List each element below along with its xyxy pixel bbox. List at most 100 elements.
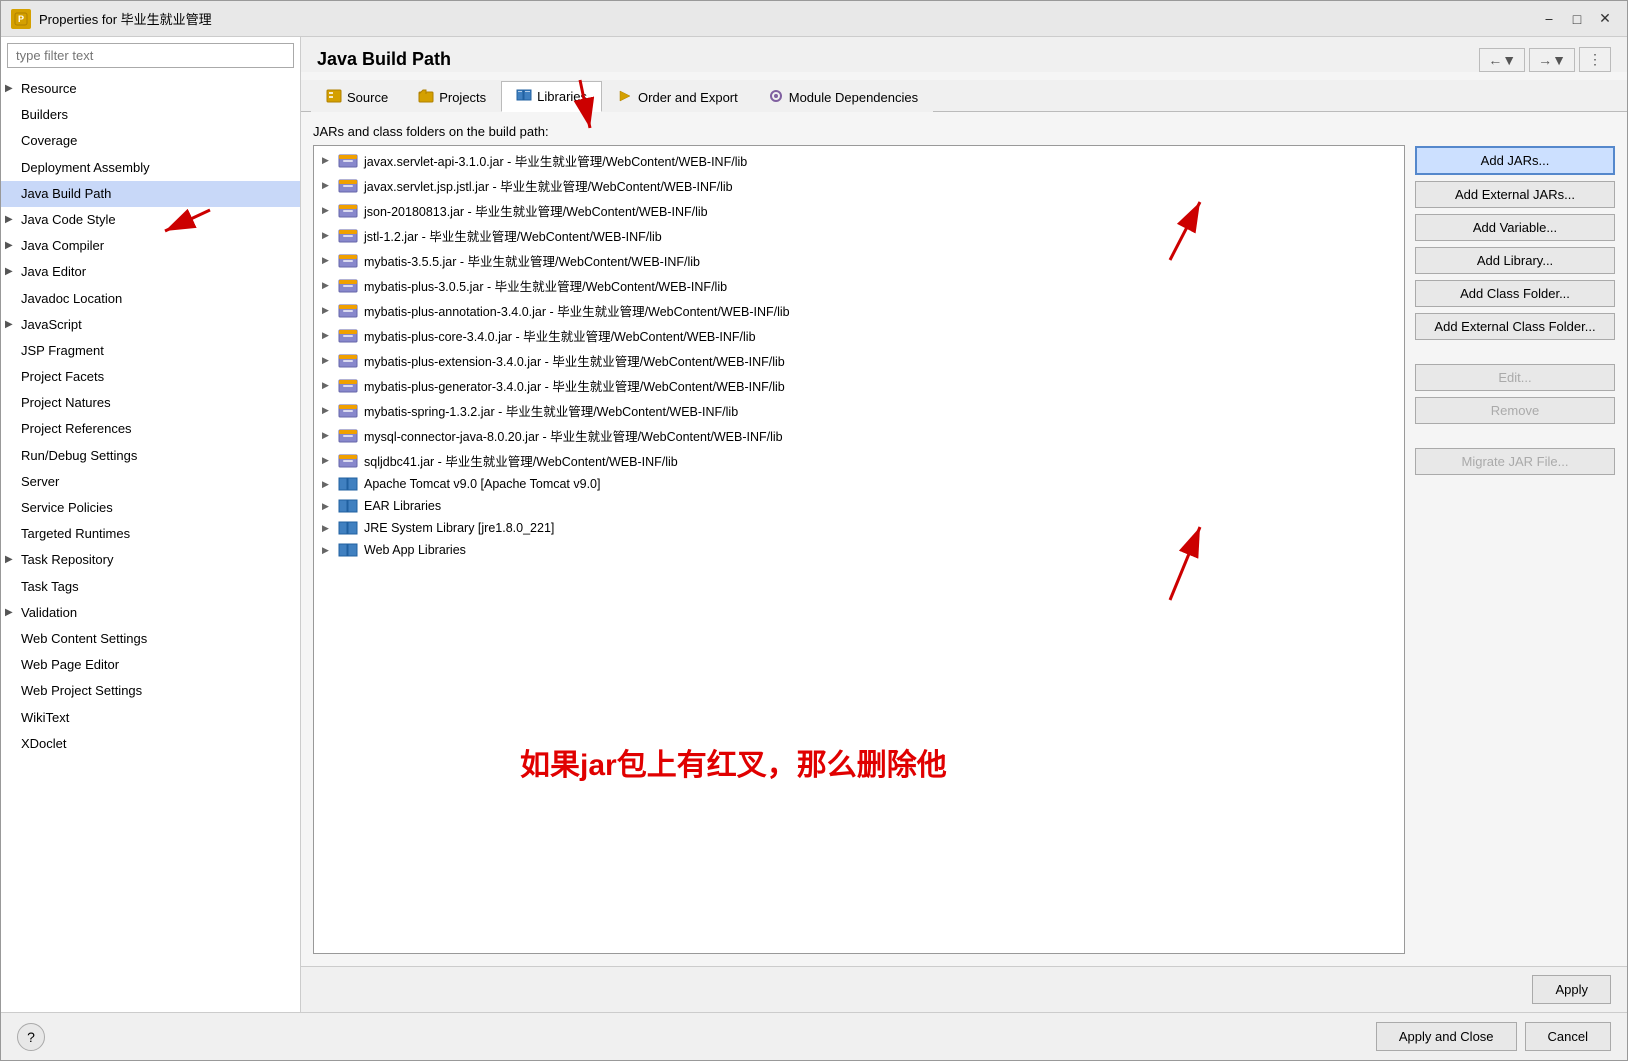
window-title: Properties for 毕业生就业管理: [39, 9, 1529, 28]
lib-item-mybatis-plus-annotation[interactable]: ▶ mybatis-plus-annotation-3.4.0.jar - 毕业…: [314, 298, 1404, 323]
library-list[interactable]: ▶ javax.servlet-api-3.1.0.jar - 毕业生就业管理/…: [313, 145, 1405, 954]
sidebar-item-validation[interactable]: ▶ Validation: [1, 600, 300, 626]
lib-item-webapp[interactable]: ▶ Web App Libraries: [314, 539, 1404, 561]
menu-button[interactable]: ⋮: [1579, 47, 1611, 72]
edit-button[interactable]: Edit...: [1415, 364, 1615, 391]
expand-arrow: ▶: [5, 213, 17, 227]
system-lib-icon: [338, 520, 358, 536]
maximize-button[interactable]: □: [1565, 9, 1589, 29]
lib-item-label: mybatis-3.5.5.jar - 毕业生就业管理/WebContent/W…: [364, 251, 700, 270]
sidebar-item-jsp-fragment[interactable]: JSP Fragment: [1, 338, 300, 364]
sidebar-item-label: JSP Fragment: [21, 342, 104, 360]
libraries-tab-icon: [516, 88, 532, 105]
migrate-jar-button[interactable]: Migrate JAR File...: [1415, 448, 1615, 475]
lib-item-mybatis[interactable]: ▶ mybatis-3.5.5.jar - 毕业生就业管理/WebContent…: [314, 248, 1404, 273]
main-content: ▶ Resource Builders Coverage Deployment …: [1, 37, 1627, 1012]
sidebar-item-web-project-settings[interactable]: Web Project Settings: [1, 678, 300, 704]
sidebar-item-resource[interactable]: ▶ Resource: [1, 76, 300, 102]
sidebar-item-label: Project Facets: [21, 368, 104, 386]
filter-input[interactable]: [7, 43, 294, 68]
sidebar-item-run-debug[interactable]: Run/Debug Settings: [1, 443, 300, 469]
lib-item-sqljdbc[interactable]: ▶ sqljdbc41.jar - 毕业生就业管理/WebContent/WEB…: [314, 448, 1404, 473]
lib-item-jstl12[interactable]: ▶ jstl-1.2.jar - 毕业生就业管理/WebContent/WEB-…: [314, 223, 1404, 248]
expand-arrow: ▶: [5, 318, 17, 332]
lib-item-servlet-api[interactable]: ▶ javax.servlet-api-3.1.0.jar - 毕业生就业管理/…: [314, 148, 1404, 173]
lib-item-jre[interactable]: ▶ JRE System Library [jre1.8.0_221]: [314, 517, 1404, 539]
lib-item-mybatis-plus-gen[interactable]: ▶ mybatis-plus-generator-3.4.0.jar - 毕业生…: [314, 373, 1404, 398]
lib-item-json[interactable]: ▶ json-20180813.jar - 毕业生就业管理/WebContent…: [314, 198, 1404, 223]
add-external-class-folder-button[interactable]: Add External Class Folder...: [1415, 313, 1615, 340]
tab-source[interactable]: Source: [311, 81, 403, 112]
apply-button[interactable]: Apply: [1532, 975, 1611, 1004]
lib-item-label: Apache Tomcat v9.0 [Apache Tomcat v9.0]: [364, 477, 600, 491]
add-class-folder-button[interactable]: Add Class Folder...: [1415, 280, 1615, 307]
sidebar-item-task-repository[interactable]: ▶ Task Repository: [1, 547, 300, 573]
footer-bar: ? Apply and Close Cancel: [1, 1012, 1627, 1060]
panel-header: Java Build Path ←▼ →▼ ⋮: [301, 37, 1627, 72]
back-button[interactable]: ←▼: [1479, 48, 1525, 72]
sidebar-item-java-editor[interactable]: ▶ Java Editor: [1, 259, 300, 285]
jar-icon: [338, 303, 358, 319]
lib-item-mybatis-plus[interactable]: ▶ mybatis-plus-3.0.5.jar - 毕业生就业管理/WebCo…: [314, 273, 1404, 298]
sidebar-item-web-content-settings[interactable]: Web Content Settings: [1, 626, 300, 652]
add-variable-button[interactable]: Add Variable...: [1415, 214, 1615, 241]
lib-item-mybatis-plus-core[interactable]: ▶ mybatis-plus-core-3.4.0.jar - 毕业生就业管理/…: [314, 323, 1404, 348]
sidebar-item-java-code-style[interactable]: ▶ Java Code Style: [1, 207, 300, 233]
sidebar-item-web-page-editor[interactable]: Web Page Editor: [1, 652, 300, 678]
lib-item-label: mybatis-plus-generator-3.4.0.jar - 毕业生就业…: [364, 376, 785, 395]
tab-projects[interactable]: Projects: [403, 81, 501, 112]
item-expand-arrow: ▶: [322, 405, 332, 416]
sidebar-item-project-natures[interactable]: Project Natures: [1, 390, 300, 416]
sidebar-item-server[interactable]: Server: [1, 469, 300, 495]
expand-arrow: ▶: [5, 265, 17, 279]
sidebar-item-java-build-path[interactable]: Java Build Path: [1, 181, 300, 207]
forward-button[interactable]: →▼: [1529, 48, 1575, 72]
sidebar-item-javascript[interactable]: ▶ JavaScript: [1, 312, 300, 338]
tab-module-dependencies[interactable]: Module Dependencies: [753, 81, 933, 112]
item-expand-arrow: ▶: [322, 280, 332, 291]
remove-button[interactable]: Remove: [1415, 397, 1615, 424]
tab-order-label: Order and Export: [638, 90, 738, 105]
add-jars-button[interactable]: Add JARs...: [1415, 146, 1615, 175]
sidebar-item-label: Java Compiler: [21, 237, 104, 255]
jar-icon: [338, 153, 358, 169]
minimize-button[interactable]: ⎯: [1537, 9, 1561, 29]
add-library-button[interactable]: Add Library...: [1415, 247, 1615, 274]
lib-item-label: mybatis-plus-extension-3.4.0.jar - 毕业生就业…: [364, 351, 785, 370]
lib-item-mybatis-spring[interactable]: ▶ mybatis-spring-1.3.2.jar - 毕业生就业管理/Web…: [314, 398, 1404, 423]
sidebar-item-label: Server: [21, 473, 59, 491]
tab-libraries[interactable]: Libraries: [501, 81, 602, 112]
sidebar-item-project-references[interactable]: Project References: [1, 416, 300, 442]
apply-close-button[interactable]: Apply and Close: [1376, 1022, 1517, 1051]
close-button[interactable]: ✕: [1593, 9, 1617, 29]
jar-icon: [338, 328, 358, 344]
sidebar-item-targeted-runtimes[interactable]: Targeted Runtimes: [1, 521, 300, 547]
sidebar-item-label: Project Natures: [21, 394, 111, 412]
lib-item-mybatis-plus-ext[interactable]: ▶ mybatis-plus-extension-3.4.0.jar - 毕业生…: [314, 348, 1404, 373]
sidebar-item-wikitext[interactable]: WikiText: [1, 705, 300, 731]
bottom-apply-bar: Apply: [301, 966, 1627, 1012]
sidebar-item-deployment[interactable]: Deployment Assembly: [1, 155, 300, 181]
sidebar-item-xdoclet[interactable]: XDoclet: [1, 731, 300, 757]
sidebar-item-project-facets[interactable]: Project Facets: [1, 364, 300, 390]
lib-item-tomcat[interactable]: ▶ Apache Tomcat v9.0 [Apache Tomcat v9.0…: [314, 473, 1404, 495]
add-external-jars-button[interactable]: Add External JARs...: [1415, 181, 1615, 208]
sidebar-item-coverage[interactable]: Coverage: [1, 128, 300, 154]
sidebar-item-builders[interactable]: Builders: [1, 102, 300, 128]
lib-item-jstl[interactable]: ▶ javax.servlet.jsp.jstl.jar - 毕业生就业管理/W…: [314, 173, 1404, 198]
help-button[interactable]: ?: [17, 1023, 45, 1051]
sidebar-item-java-compiler[interactable]: ▶ Java Compiler: [1, 233, 300, 259]
sidebar-item-label: Project References: [21, 420, 132, 438]
footer-right: Apply and Close Cancel: [1376, 1022, 1611, 1051]
lib-item-mysql[interactable]: ▶ mysql-connector-java-8.0.20.jar - 毕业生就…: [314, 423, 1404, 448]
lib-item-ear[interactable]: ▶ EAR Libraries: [314, 495, 1404, 517]
sidebar-item-label: Java Build Path: [21, 185, 111, 203]
source-tab-icon: [326, 89, 342, 106]
cancel-button[interactable]: Cancel: [1525, 1022, 1611, 1051]
lib-item-label: mybatis-spring-1.3.2.jar - 毕业生就业管理/WebCo…: [364, 401, 738, 420]
sidebar-item-javadoc[interactable]: Javadoc Location: [1, 286, 300, 312]
sidebar-item-service-policies[interactable]: Service Policies: [1, 495, 300, 521]
tab-order-export[interactable]: Order and Export: [602, 81, 753, 112]
order-tab-icon: [617, 89, 633, 106]
sidebar-item-task-tags[interactable]: Task Tags: [1, 574, 300, 600]
